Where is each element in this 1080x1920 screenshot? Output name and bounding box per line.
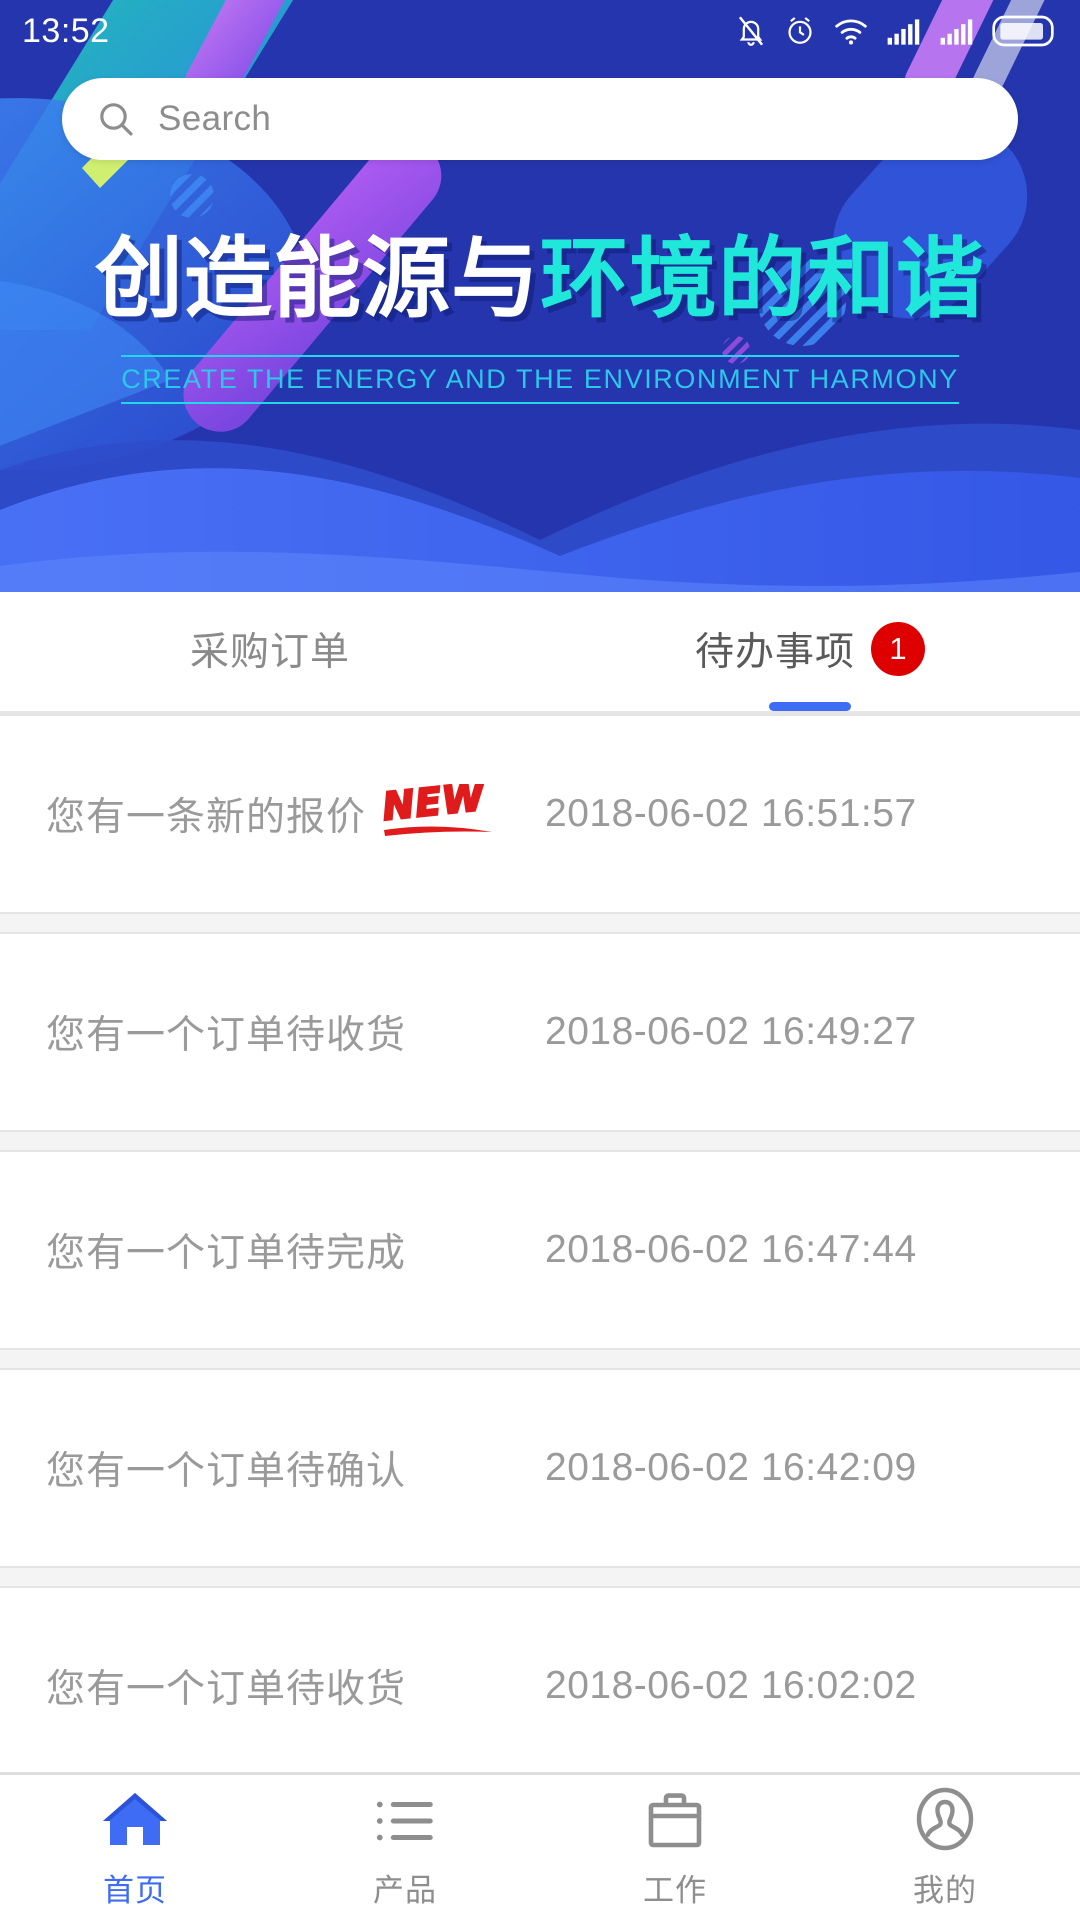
nav-item-products[interactable]: 产品 xyxy=(270,1785,540,1910)
hero-headline: 创造能源与环境的和谐 xyxy=(0,232,1080,325)
hero-subtitle: CREATE THE ENERGY AND THE ENVIRONMENT HA… xyxy=(121,364,959,395)
signal-2-icon xyxy=(940,19,973,45)
hero-headline-white: 创造能源与 xyxy=(94,227,540,330)
status-bar: 13:52 xyxy=(0,0,1080,62)
todo-list: 您有一条新的报价 NEW 2018-06-02 16:51:57 您有一个订单待… xyxy=(0,714,1080,1920)
hero-text-block: 创造能源与环境的和谐 CREATE THE ENERGY AND THE ENV… xyxy=(0,232,1080,405)
list-item-title: 您有一个订单待收货 xyxy=(46,1014,407,1057)
list-item-title: 您有一个订单待确认 xyxy=(46,1450,407,1493)
tab-label: 待办事项 xyxy=(694,631,855,674)
status-icons xyxy=(735,14,1054,48)
hero-headline-cyan: 环境的和谐 xyxy=(540,227,986,330)
nav-label: 我的 xyxy=(913,1873,977,1908)
nav-label: 工作 xyxy=(643,1873,707,1908)
tab-active-indicator xyxy=(769,702,851,711)
nav-label: 产品 xyxy=(373,1873,437,1908)
svg-text:NEW: NEW xyxy=(380,784,488,829)
nav-item-profile[interactable]: 我的 xyxy=(810,1785,1080,1910)
search-icon xyxy=(100,103,133,136)
bottom-navigation: 首页 产品 工作 我的 xyxy=(0,1772,1080,1920)
list-item-time: 2018-06-02 16:42:09 xyxy=(545,1446,917,1489)
hero-banner: 13:52 Search 创造能源与环境的和谐 CREATE THE ENERG… xyxy=(0,0,1080,592)
list-item[interactable]: 您有一条新的报价 NEW 2018-06-02 16:51:57 xyxy=(0,714,1080,914)
status-clock: 13:52 xyxy=(22,11,110,50)
tab-bar: 采购订单 待办事项 1 xyxy=(0,592,1080,714)
alarm-icon xyxy=(788,17,812,44)
bell-muted-icon xyxy=(738,16,764,46)
search-area: Search xyxy=(0,62,1080,160)
list-item-title-wrap: 您有一个订单待完成 xyxy=(0,1222,545,1278)
list-item[interactable]: 您有一个订单待收货 2018-06-02 16:49:27 xyxy=(0,932,1080,1132)
list-item-time: 2018-06-02 16:49:27 xyxy=(545,1010,917,1053)
search-placeholder: Search xyxy=(158,99,272,138)
briefcase-icon xyxy=(643,1785,707,1851)
hero-subtitle-wrap: CREATE THE ENERGY AND THE ENVIRONMENT HA… xyxy=(0,355,1080,405)
nav-label: 首页 xyxy=(103,1873,167,1908)
list-item-time: 2018-06-02 16:47:44 xyxy=(545,1228,917,1271)
list-item-title: 您有一个订单待完成 xyxy=(46,1232,407,1275)
list-item-title: 您有一个订单待收货 xyxy=(46,1668,407,1711)
person-icon xyxy=(914,1785,976,1851)
list-item-title-wrap: 您有一个订单待收货 xyxy=(0,1004,545,1060)
tab-todo[interactable]: 待办事项 1 xyxy=(540,621,1080,711)
battery-icon xyxy=(992,15,1054,47)
list-item-title-wrap: 您有一个订单待确认 xyxy=(0,1440,545,1496)
signal-1-icon xyxy=(887,19,920,45)
list-item-title-wrap: 您有一个订单待收货 xyxy=(0,1658,545,1714)
home-icon xyxy=(99,1785,171,1851)
tab-label: 采购订单 xyxy=(189,631,350,674)
search-input[interactable]: Search xyxy=(62,78,1018,160)
wifi-icon xyxy=(835,19,867,45)
list-item-title-wrap: 您有一条新的报价 NEW xyxy=(0,784,545,842)
list-item[interactable]: 您有一个订单待完成 2018-06-02 16:47:44 xyxy=(0,1150,1080,1350)
nav-item-home[interactable]: 首页 xyxy=(0,1785,270,1910)
list-item-title: 您有一条新的报价 xyxy=(46,796,367,839)
list-item-time: 2018-06-02 16:02:02 xyxy=(545,1664,917,1707)
list-item[interactable]: 您有一个订单待收货 2018-06-02 16:02:02 xyxy=(0,1586,1080,1786)
nav-item-work[interactable]: 工作 xyxy=(540,1785,810,1910)
app-root: 13:52 Search 创造能源与环境的和谐 CREATE THE ENERG… xyxy=(0,0,1080,1920)
list-icon xyxy=(372,1785,438,1851)
new-badge-icon: NEW xyxy=(380,784,493,836)
list-item-time: 2018-06-02 16:51:57 xyxy=(545,792,917,835)
list-item[interactable]: 您有一个订单待确认 2018-06-02 16:42:09 xyxy=(0,1368,1080,1568)
tab-purchase-orders[interactable]: 采购订单 xyxy=(0,621,540,711)
status-badge: 1 xyxy=(871,622,925,676)
